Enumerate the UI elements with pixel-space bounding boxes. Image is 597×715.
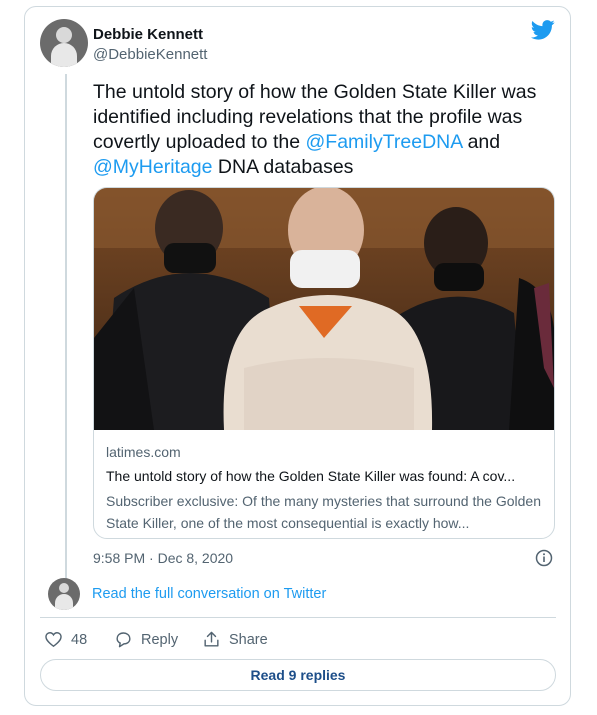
thread-line (65, 74, 67, 582)
twitter-bird-icon[interactable] (531, 20, 555, 40)
reply-label: Reply (141, 631, 179, 648)
share-button[interactable]: Share (202, 630, 268, 649)
tweet-text: The untold story of how the Golden State… (93, 80, 553, 180)
link-title: The untold story of how the Golden State… (106, 468, 516, 484)
share-icon (204, 631, 219, 647)
tweet-text-part: and (462, 131, 501, 153)
author-name[interactable]: Debbie Kennett (93, 26, 203, 43)
tweet-text-part: DNA databases (212, 156, 354, 178)
reply-bubble-icon (116, 632, 131, 648)
info-icon[interactable] (535, 549, 553, 567)
author-handle[interactable]: @DebbieKennett (93, 46, 207, 63)
like-button[interactable]: 48 (44, 630, 87, 649)
conversation-avatar (48, 578, 80, 610)
like-count: 48 (71, 631, 88, 648)
link-domain: latimes.com (106, 444, 181, 460)
author-avatar[interactable] (40, 19, 88, 67)
link-description: Subscriber exclusive: Of the many myster… (106, 493, 541, 531)
mention-myheritage[interactable]: @MyHeritage (93, 156, 213, 178)
reply-button[interactable]: Reply (114, 630, 178, 649)
article-photo[interactable] (94, 188, 554, 430)
divider (40, 617, 556, 618)
read-replies-button[interactable]: Read 9 replies (40, 659, 556, 691)
share-label: Share (229, 631, 268, 648)
mention-familytreedna[interactable]: @FamilyTreeDNA (305, 131, 462, 153)
read-full-conversation-link[interactable]: Read the full conversation on Twitter (92, 586, 326, 602)
heart-icon (45, 632, 62, 648)
tweet-timestamp[interactable]: 9:58 PM · Dec 8, 2020 (93, 550, 233, 566)
link-preview-card[interactable]: latimes.com The untold story of how the … (93, 187, 555, 539)
